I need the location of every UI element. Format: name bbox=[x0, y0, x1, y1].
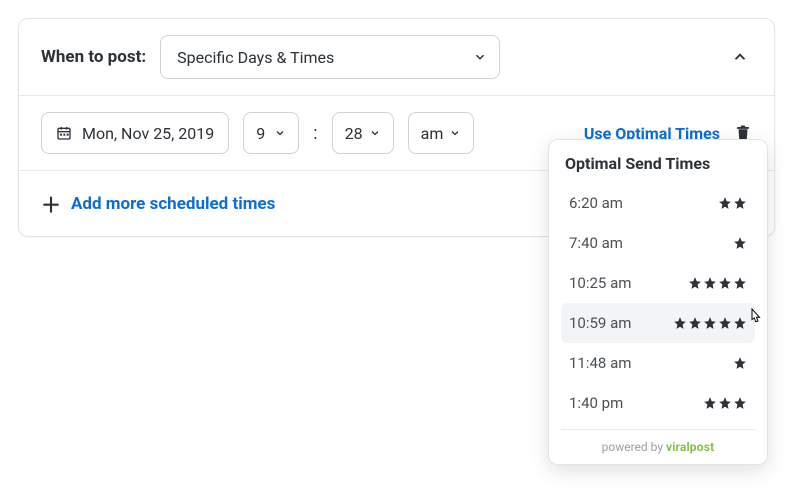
optimal-time-item[interactable]: 10:25 am bbox=[561, 263, 755, 303]
schedule-mode-value: Specific Days & Times bbox=[177, 48, 334, 67]
when-to-post-label: When to post: bbox=[41, 47, 146, 67]
chevron-down-icon bbox=[473, 50, 487, 64]
hour-select[interactable]: 9 bbox=[243, 112, 299, 154]
optimal-times-list: 6:20 am 7:40 am 10:25 am 10:59 am 11:48 am 1:… bbox=[561, 183, 755, 423]
hour-value: 9 bbox=[256, 124, 265, 143]
star-rating bbox=[703, 396, 747, 410]
star-rating bbox=[673, 316, 747, 330]
schedule-mode-select[interactable]: Specific Days & Times bbox=[160, 35, 500, 79]
minute-value: 28 bbox=[345, 124, 363, 143]
ampm-value: am bbox=[421, 124, 444, 143]
minute-select[interactable]: 28 bbox=[332, 112, 394, 154]
chevron-down-icon bbox=[369, 127, 381, 139]
optimal-time-label: 6:20 am bbox=[569, 194, 623, 212]
optimal-time-item[interactable]: 6:20 am bbox=[561, 183, 755, 223]
optimal-time-item[interactable]: 11:48 am bbox=[561, 343, 755, 383]
optimal-time-label: 1:40 pm bbox=[569, 394, 623, 412]
calendar-icon bbox=[56, 125, 72, 141]
star-rating bbox=[718, 196, 747, 210]
header-row: When to post: Specific Days & Times bbox=[19, 19, 774, 96]
scheduling-panel: When to post: Specific Days & Times Mon,… bbox=[18, 18, 775, 237]
add-more-label: Add more scheduled times bbox=[71, 194, 275, 214]
brand-name: viralpost bbox=[666, 440, 714, 454]
chevron-down-icon bbox=[274, 127, 286, 139]
popover-footer: powered by viralpost bbox=[561, 429, 755, 454]
star-rating bbox=[733, 236, 747, 250]
optimal-time-label: 11:48 am bbox=[569, 354, 631, 372]
optimal-time-item[interactable]: 7:40 am bbox=[561, 223, 755, 263]
optimal-time-label: 7:40 am bbox=[569, 234, 623, 252]
star-rating bbox=[733, 356, 747, 370]
date-picker[interactable]: Mon, Nov 25, 2019 bbox=[41, 112, 229, 154]
plus-icon: ＋ bbox=[41, 189, 61, 218]
chevron-up-icon bbox=[731, 48, 749, 66]
chevron-down-icon bbox=[449, 127, 461, 139]
time-colon: : bbox=[313, 123, 317, 144]
collapse-button[interactable] bbox=[728, 45, 752, 69]
optimal-time-label: 10:59 am bbox=[569, 314, 631, 332]
optimal-times-popover: Optimal Send Times 6:20 am 7:40 am 10:25 a… bbox=[548, 139, 768, 465]
powered-by-label: powered by bbox=[602, 440, 666, 454]
optimal-time-label: 10:25 am bbox=[569, 274, 631, 292]
ampm-select[interactable]: am bbox=[408, 112, 475, 154]
optimal-time-item[interactable]: 1:40 pm bbox=[561, 383, 755, 423]
optimal-time-item[interactable]: 10:59 am bbox=[561, 303, 755, 343]
popover-title: Optimal Send Times bbox=[561, 154, 755, 173]
star-rating bbox=[688, 276, 747, 290]
date-value: Mon, Nov 25, 2019 bbox=[82, 124, 214, 143]
